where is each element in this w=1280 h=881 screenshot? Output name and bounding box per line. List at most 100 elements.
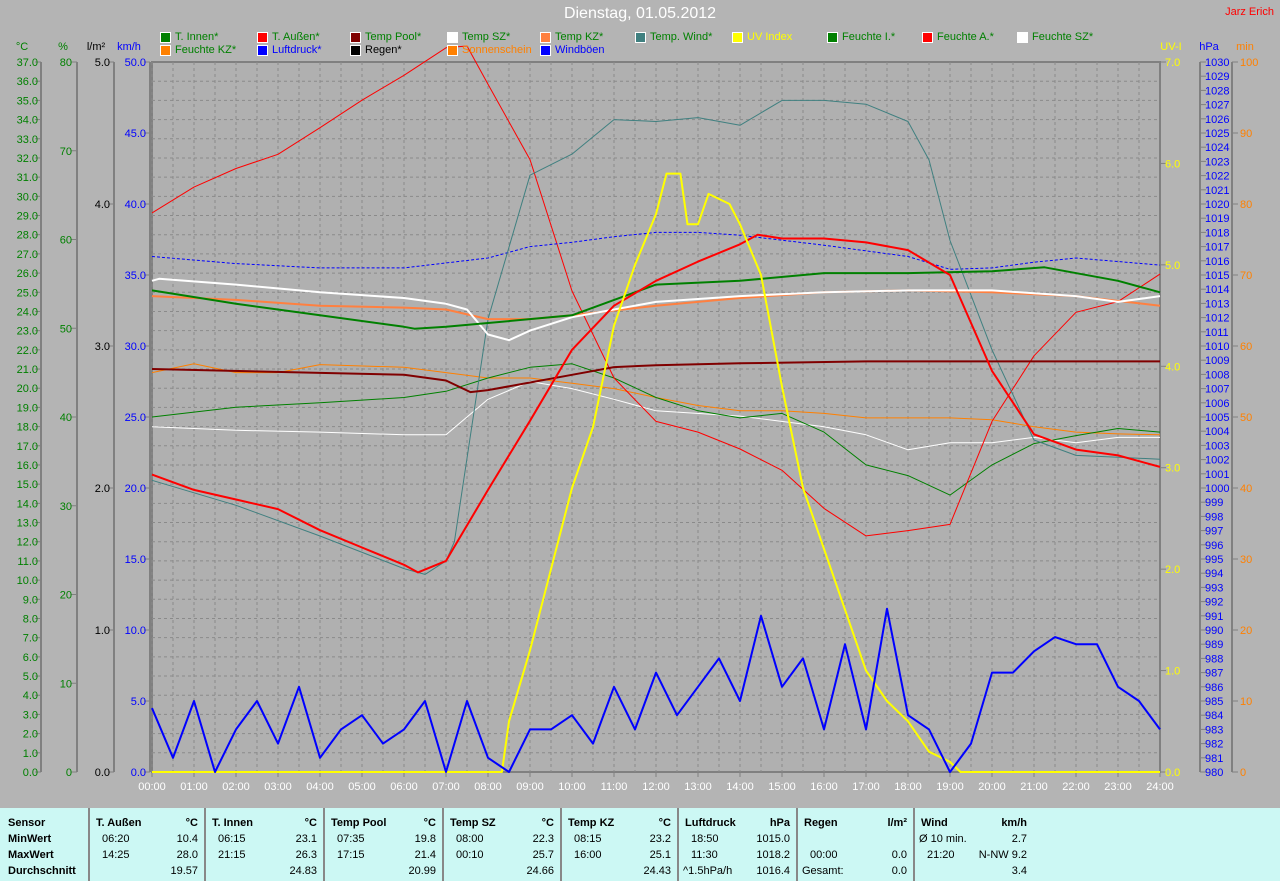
avg-value: 3.4 — [1011, 865, 1027, 877]
legend-swatch — [827, 31, 838, 43]
legend-item: T. Außen* — [257, 31, 320, 43]
axis-tick-label-degC: 6.0 — [23, 652, 38, 664]
column-unit: km/h — [1001, 817, 1027, 829]
min-time: 18:50 — [691, 833, 719, 845]
axis-tick-label-hpa: 993 — [1205, 582, 1223, 594]
axis-tick-label-degC: 10.0 — [17, 575, 38, 587]
axis-tick-label-kmh: 30.0 — [125, 341, 146, 353]
axis-tick-label-pct: 20 — [60, 590, 72, 602]
axis-title-pct: % — [58, 41, 68, 53]
axis-tick-label-hpa: 1019 — [1205, 213, 1229, 225]
axis-tick-label-kmh: 5.0 — [131, 696, 146, 708]
axis-tick-label-degC: 1.0 — [23, 748, 38, 760]
column-unit: l/m² — [887, 817, 907, 829]
axis-tick-label-kmh: 20.0 — [125, 483, 146, 495]
chart-title: Dienstag, 01.05.2012 — [563, 5, 717, 22]
axis-tick-label-pct: 70 — [60, 146, 72, 158]
column-header: Temp SZ — [450, 817, 496, 829]
legend-label: Windböen — [555, 44, 605, 56]
avg-value: 24.83 — [289, 865, 317, 877]
legend-swatch — [350, 31, 361, 43]
axis-tick-label-hpa: 1002 — [1205, 455, 1229, 467]
max-value: 25.1 — [649, 849, 671, 861]
axis-tick-label-hpa: 1020 — [1205, 199, 1229, 211]
table-column: Temp KZ °C 08:15 23.2 16:00 25.1 24.43 — [560, 808, 679, 881]
max-value: 0.0 — [891, 849, 907, 861]
axis-tick-label-min: 10 — [1240, 696, 1252, 708]
axis-tick-label-degC: 30.0 — [17, 191, 38, 203]
legend-label: Temp Pool* — [365, 31, 422, 43]
axis-tick-label-degC: 35.0 — [17, 95, 38, 107]
axis-tick-label-rain: 4.0 — [95, 199, 110, 211]
axis-tick-label-min: 20 — [1240, 625, 1252, 637]
axis-tick-label-pct: 30 — [60, 501, 72, 513]
row-label: Sensor — [8, 817, 46, 829]
max-value: 28.0 — [176, 849, 198, 861]
table-column: Luftdruck hPa 18:50 1015.0 11:30 1018.2 ^1.5hP… — [677, 808, 798, 881]
axis-tick-label-rain: 1.0 — [95, 625, 110, 637]
x-tick-label: 01:00 — [180, 781, 208, 793]
column-header: Regen — [804, 817, 838, 829]
min-value: 22.3 — [532, 833, 554, 845]
max-time: 14:25 — [102, 849, 130, 861]
axis-title-hpa: hPa — [1199, 41, 1219, 53]
axis-tick-label-hpa: 1010 — [1205, 341, 1229, 353]
axis-tick-label-degC: 14.0 — [17, 498, 38, 510]
x-tick-label: 00:00 — [138, 781, 166, 793]
avg-value: 19.57 — [170, 865, 198, 877]
legend-item: Windböen — [540, 44, 605, 56]
max-time: 11:30 — [691, 849, 718, 861]
x-tick-label: 06:00 — [390, 781, 418, 793]
x-tick-label: 23:00 — [1104, 781, 1132, 793]
column-unit: °C — [423, 817, 436, 829]
legend-label: Feuchte SZ* — [1032, 31, 1094, 43]
axis-tick-label-hpa: 1024 — [1205, 142, 1229, 154]
axis-tick-label-hpa: 1003 — [1205, 440, 1229, 452]
avg-value: 1016.4 — [756, 865, 790, 877]
row-label: Durchschnitt — [8, 865, 76, 877]
axis-tick-label-degC: 16.0 — [17, 460, 38, 472]
axis-tick-label-degC: 5.0 — [23, 671, 38, 683]
axis-title-rain: l/m² — [87, 41, 106, 53]
axis-tick-label-hpa: 981 — [1205, 753, 1223, 765]
max-value: 26.3 — [295, 849, 317, 861]
legend-label: Regen* — [365, 44, 402, 56]
axis-tick-label-degC: 19.0 — [17, 402, 38, 414]
axis-tick-label-degC: 21.0 — [17, 364, 38, 376]
statistics-table: Sensor MinWert MaxWert Durchschnitt T. Außen… — [0, 808, 1280, 881]
axis-tick-label-min: 30 — [1240, 554, 1252, 566]
x-tick-label: 03:00 — [264, 781, 292, 793]
axis-tick-label-hpa: 997 — [1205, 526, 1223, 538]
max-time: 16:00 — [574, 849, 602, 861]
axis-tick-label-hpa: 1013 — [1205, 298, 1229, 310]
axis-tick-label-hpa: 1029 — [1205, 71, 1229, 83]
column-header: Temp KZ — [568, 817, 615, 829]
axis-tick-label-degC: 18.0 — [17, 422, 38, 434]
axis-tick-label-hpa: 1005 — [1205, 412, 1229, 424]
column-header: T. Innen — [212, 817, 253, 829]
axis-tick-label-uv: 5.0 — [1165, 260, 1180, 272]
axis-tick-label-hpa: 1023 — [1205, 156, 1229, 168]
axis-tick-label-pct: 0 — [66, 767, 72, 779]
axis-tick-label-degC: 34.0 — [17, 115, 38, 127]
x-tick-label: 07:00 — [432, 781, 460, 793]
row-label: MinWert — [8, 833, 52, 845]
axis-tick-label-degC: 22.0 — [17, 345, 38, 357]
x-tick-label: 04:00 — [306, 781, 334, 793]
legend-swatch — [447, 44, 458, 56]
x-tick-label: 12:00 — [642, 781, 670, 793]
row-label: MaxWert — [8, 849, 54, 861]
axis-tick-label-kmh: 25.0 — [125, 412, 146, 424]
axis-tick-label-hpa: 991 — [1205, 611, 1223, 623]
axis-title-uv: UV-I — [1160, 41, 1181, 53]
axis-tick-label-pct: 60 — [60, 235, 72, 247]
min-time: 06:15 — [218, 833, 246, 845]
legend-swatch — [540, 31, 551, 43]
axis-tick-label-degC: 17.0 — [17, 441, 38, 453]
x-tick-label: 11:00 — [601, 781, 628, 793]
legend-label: T. Außen* — [272, 31, 320, 43]
axis-tick-label-degC: 11.0 — [17, 556, 38, 568]
column-unit: °C — [541, 817, 554, 829]
x-tick-label: 14:00 — [726, 781, 754, 793]
axis-tick-label-kmh: 40.0 — [125, 199, 146, 211]
